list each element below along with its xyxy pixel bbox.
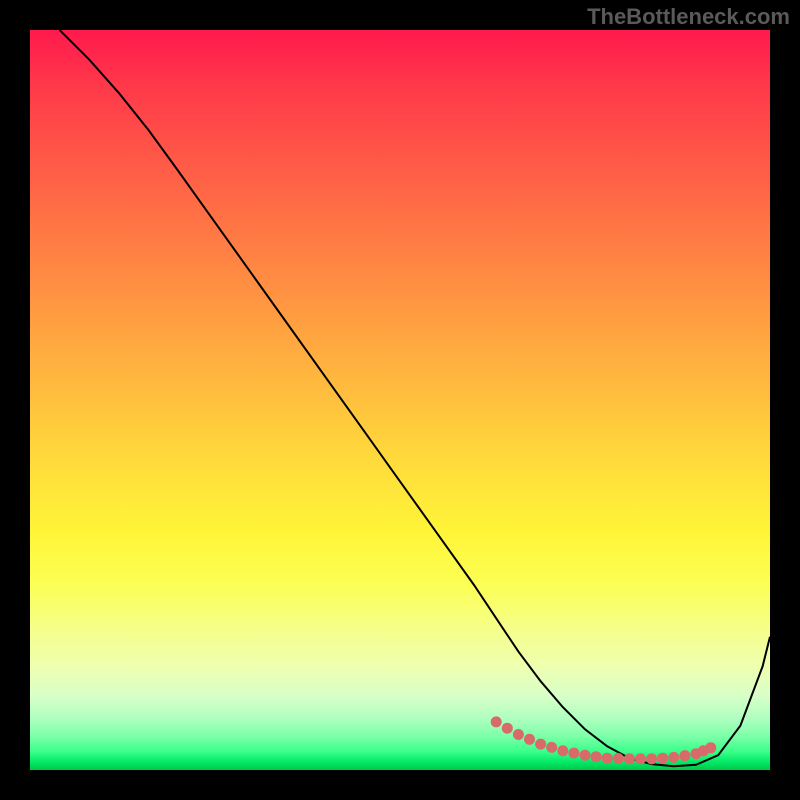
dotted-point <box>602 753 613 764</box>
dotted-point <box>705 742 716 753</box>
dotted-point <box>646 753 657 764</box>
dotted-point <box>668 752 679 763</box>
dotted-point <box>580 750 591 761</box>
dotted-point <box>491 716 502 727</box>
chart-area <box>30 30 770 770</box>
main-curve-line <box>60 30 770 766</box>
dotted-point <box>613 753 624 764</box>
watermark-text: TheBottleneck.com <box>587 4 790 30</box>
dotted-point <box>546 742 557 753</box>
dotted-point <box>524 734 535 745</box>
chart-svg <box>30 30 770 770</box>
dotted-point <box>568 748 579 759</box>
dotted-point <box>635 753 646 764</box>
dotted-point <box>591 751 602 762</box>
dotted-valley-line <box>491 716 717 764</box>
dotted-point <box>513 729 524 740</box>
dotted-point <box>502 723 513 734</box>
dotted-point <box>657 753 668 764</box>
dotted-point <box>535 739 546 750</box>
dotted-point <box>679 750 690 761</box>
dotted-point <box>624 753 635 764</box>
dotted-point <box>557 745 568 756</box>
